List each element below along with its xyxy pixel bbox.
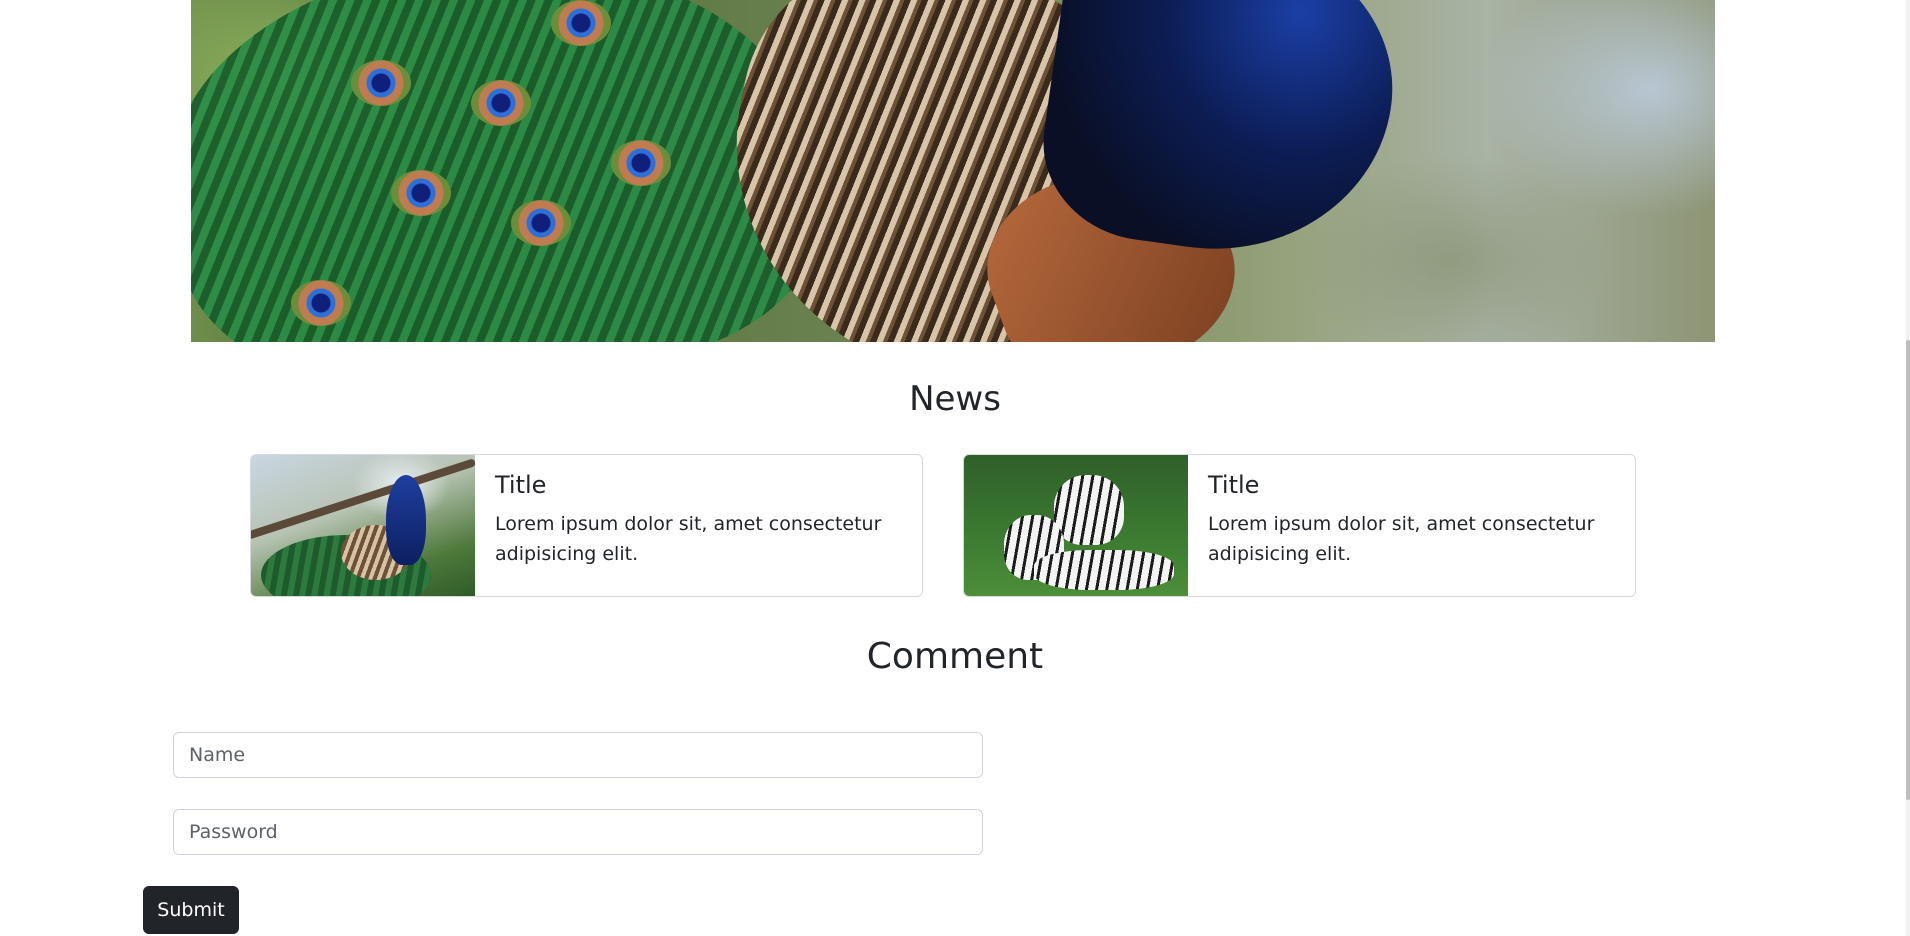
- tiger: [1054, 475, 1124, 545]
- peacock-thumbnail-image: [251, 455, 475, 596]
- tigers-thumbnail-image: [964, 455, 1188, 596]
- scrollbar-track[interactable]: [1906, 0, 1910, 936]
- submit-button[interactable]: Submit: [143, 886, 239, 934]
- page: News Title Lorem ipsum dolor sit, amet c…: [0, 0, 1910, 936]
- news-card[interactable]: Title Lorem ipsum dolor sit, amet consec…: [250, 454, 923, 597]
- feather-eye: [511, 200, 571, 246]
- feather-eye: [391, 170, 451, 216]
- name-input[interactable]: [173, 732, 983, 778]
- feather-eye: [551, 0, 611, 46]
- comment-heading: Comment: [866, 636, 1044, 677]
- card-title: Title: [1208, 471, 1260, 499]
- card-body: Title Lorem ipsum dolor sit, amet consec…: [495, 471, 906, 569]
- card-text: Lorem ipsum dolor sit, amet consectetur …: [1208, 513, 1595, 565]
- feather-eye: [351, 60, 411, 106]
- news-card[interactable]: Title Lorem ipsum dolor sit, amet consec…: [963, 454, 1636, 597]
- bird-body: [386, 475, 426, 565]
- news-heading: News: [909, 379, 1001, 419]
- password-input[interactable]: [173, 809, 983, 855]
- scrollbar-thumb[interactable]: [1906, 340, 1910, 800]
- card-text: Lorem ipsum dolor sit, amet consectetur …: [495, 513, 882, 565]
- card-body: Title Lorem ipsum dolor sit, amet consec…: [1208, 471, 1619, 569]
- card-title: Title: [495, 471, 547, 499]
- hero-banner-image: [191, 0, 1715, 342]
- tiger-body: [1034, 550, 1174, 590]
- feather-eye: [611, 140, 671, 186]
- feather-eye: [291, 280, 351, 326]
- feather-eye: [471, 80, 531, 126]
